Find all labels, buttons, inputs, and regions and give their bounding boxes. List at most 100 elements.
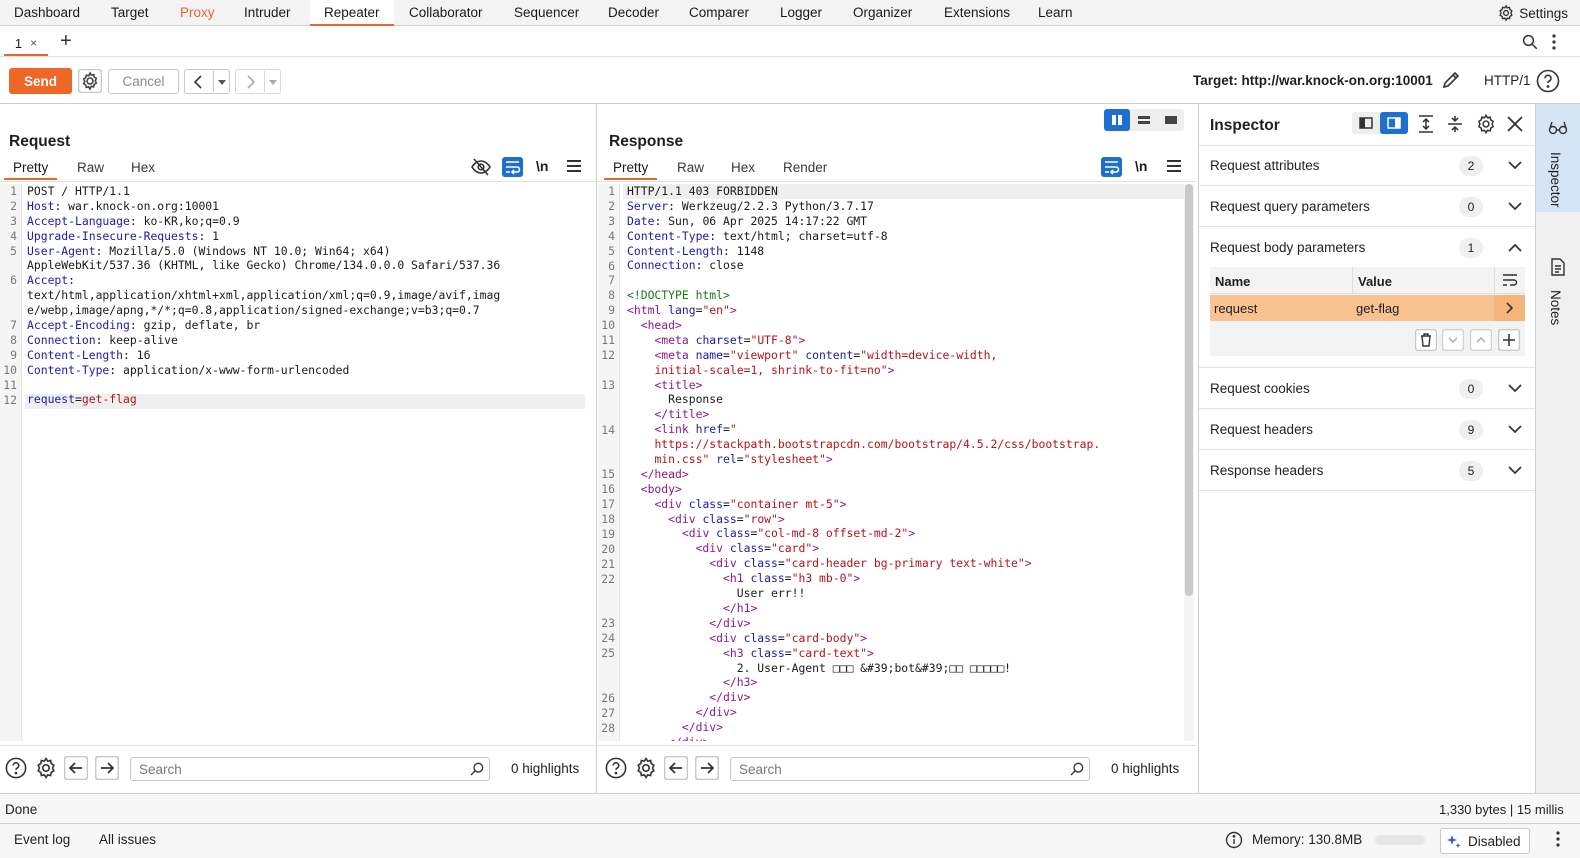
request-tab-pretty[interactable]: Pretty bbox=[4, 160, 58, 180]
newline-toggle[interactable]: \n bbox=[536, 158, 548, 174]
response-search-input[interactable]: Search bbox=[730, 757, 1090, 781]
all-issues-link[interactable]: All issues bbox=[99, 832, 156, 847]
sidebar-tab-notes[interactable]: Notes bbox=[1536, 244, 1580, 344]
event-log-link[interactable]: Event log bbox=[14, 832, 70, 847]
response-tab-hex[interactable]: Hex bbox=[731, 160, 755, 175]
hamburger-menu-icon[interactable] bbox=[567, 160, 581, 172]
count-badge: 5 bbox=[1459, 461, 1483, 481]
delete-param-trash-icon[interactable] bbox=[1415, 329, 1437, 351]
help-icon[interactable] bbox=[605, 757, 627, 779]
ai-toggle-button[interactable]: Disabled bbox=[1440, 828, 1530, 854]
wrap-lines-icon[interactable] bbox=[1502, 273, 1518, 287]
request-line: Upgrade-Insecure-Requests: 1 bbox=[27, 228, 220, 243]
response-line: </title> bbox=[654, 407, 710, 422]
response-tab-render[interactable]: Render bbox=[783, 160, 827, 175]
previous-match-arrow-left-icon[interactable] bbox=[64, 756, 88, 780]
menu-decoder[interactable]: Decoder bbox=[608, 0, 659, 26]
inspector-settings-gear-icon[interactable] bbox=[1475, 113, 1497, 135]
move-down-chevron-icon[interactable] bbox=[1442, 329, 1464, 351]
menu-comparer[interactable]: Comparer bbox=[689, 0, 749, 26]
menu-proxy[interactable]: Proxy bbox=[180, 0, 215, 26]
response-line: <html lang="en"> bbox=[627, 303, 737, 318]
response-line: </h3> bbox=[723, 675, 758, 690]
request-editor[interactable]: POST / HTTP/1.1 Host: war.knock-on.org:10… bbox=[27, 184, 582, 407]
count-badge: 2 bbox=[1459, 156, 1483, 176]
history-back-button[interactable] bbox=[184, 69, 230, 94]
section-request-cookies[interactable]: Request cookies 0 bbox=[1199, 369, 1535, 409]
section-request-query-parameters[interactable]: Request query parameters 0 bbox=[1199, 187, 1535, 227]
menu-dashboard[interactable]: Dashboard bbox=[14, 0, 80, 26]
menu-logger[interactable]: Logger bbox=[780, 0, 822, 26]
close-inspector-icon[interactable] bbox=[1506, 115, 1524, 133]
move-up-chevron-icon[interactable] bbox=[1470, 329, 1492, 351]
hamburger-menu-icon[interactable] bbox=[1167, 160, 1181, 172]
layout-stacked-icon[interactable] bbox=[1131, 109, 1157, 131]
add-tab-button[interactable]: + bbox=[60, 30, 72, 53]
response-line: <div class="card"> bbox=[695, 541, 820, 556]
sidebar-tab-inspector[interactable]: Inspector bbox=[1536, 104, 1580, 212]
param-row[interactable]: request get-flag bbox=[1210, 295, 1525, 321]
param-expand-button[interactable] bbox=[1494, 295, 1525, 321]
response-scrollbar[interactable] bbox=[1184, 184, 1194, 741]
layout-right-icon[interactable] bbox=[1380, 112, 1408, 134]
layout-tabs-icon[interactable] bbox=[1158, 109, 1184, 131]
request-tab-hex[interactable]: Hex bbox=[131, 160, 155, 175]
word-wrap-toggle-icon[interactable] bbox=[1101, 157, 1122, 177]
menu-repeater[interactable]: Repeater bbox=[310, 0, 394, 26]
help-icon[interactable] bbox=[1536, 69, 1560, 93]
response-tab-pretty[interactable]: Pretty bbox=[604, 160, 658, 180]
add-param-plus-icon[interactable] bbox=[1498, 329, 1520, 351]
layout-side-by-side-icon[interactable] bbox=[1104, 109, 1130, 131]
column-header-value: Value bbox=[1358, 274, 1392, 289]
response-editor[interactable]: HTTP/1.1 403 FORBIDDEN Server: Werkzeug/2… bbox=[627, 184, 1182, 741]
menu-sequencer[interactable]: Sequencer bbox=[514, 0, 579, 26]
scrollbar-thumb[interactable] bbox=[1185, 184, 1193, 596]
hide-nonprintable-eye-off-icon[interactable] bbox=[471, 158, 491, 176]
http-version-label[interactable]: HTTP/1 bbox=[1484, 73, 1531, 88]
request-search-input[interactable]: Search bbox=[130, 757, 490, 781]
response-line bbox=[627, 273, 1182, 288]
close-tab-icon[interactable]: × bbox=[30, 36, 37, 50]
section-response-headers[interactable]: Response headers 5 bbox=[1199, 451, 1535, 491]
expand-all-icon[interactable] bbox=[1417, 114, 1435, 134]
previous-match-arrow-left-icon[interactable] bbox=[664, 756, 688, 780]
next-match-arrow-right-icon[interactable] bbox=[95, 756, 119, 780]
search-settings-gear-icon[interactable] bbox=[634, 756, 658, 780]
search-tabs-icon[interactable] bbox=[1521, 33, 1539, 51]
chevron-up-icon[interactable] bbox=[1508, 243, 1522, 252]
cancel-button[interactable]: Cancel bbox=[108, 69, 179, 94]
menu-learn[interactable]: Learn bbox=[1038, 0, 1073, 26]
menu-extensions[interactable]: Extensions bbox=[944, 0, 1010, 26]
newline-toggle[interactable]: \n bbox=[1135, 158, 1147, 174]
section-label: Request attributes bbox=[1210, 158, 1320, 173]
search-settings-gear-icon[interactable] bbox=[34, 756, 58, 780]
response-line: </div> bbox=[695, 705, 737, 720]
next-match-arrow-right-icon[interactable] bbox=[695, 756, 719, 780]
request-line-numbers: 1 2 3 4 5 6 7 8 9 10 11 12 bbox=[0, 184, 22, 741]
section-request-attributes[interactable]: Request attributes 2 bbox=[1199, 146, 1535, 186]
menu-target[interactable]: Target bbox=[111, 0, 149, 26]
dropdown-arrow-icon[interactable] bbox=[268, 77, 278, 87]
word-wrap-toggle-icon[interactable] bbox=[502, 157, 523, 177]
settings-button[interactable]: Settings bbox=[1497, 2, 1568, 24]
response-tab-raw[interactable]: Raw bbox=[677, 160, 704, 175]
request-tab-raw[interactable]: Raw bbox=[77, 160, 104, 175]
edit-target-pencil-icon[interactable] bbox=[1441, 70, 1461, 90]
send-button[interactable]: Send bbox=[9, 68, 72, 94]
more-options-icon[interactable] bbox=[1553, 830, 1563, 848]
menu-intruder[interactable]: Intruder bbox=[244, 0, 291, 26]
more-options-icon[interactable] bbox=[1549, 33, 1559, 51]
info-icon[interactable] bbox=[1225, 831, 1243, 849]
history-forward-button[interactable] bbox=[235, 69, 281, 94]
menu-organizer[interactable]: Organizer bbox=[853, 0, 912, 26]
send-options-gear-icon[interactable] bbox=[78, 69, 102, 93]
section-label: Request query parameters bbox=[1210, 199, 1370, 214]
help-icon[interactable] bbox=[5, 757, 27, 779]
repeater-tab-1[interactable]: 1 × bbox=[4, 32, 48, 56]
repeater-toolbar: Send Cancel Target: http://war.knock-on.… bbox=[0, 58, 1580, 104]
section-request-headers[interactable]: Request headers 9 bbox=[1199, 410, 1535, 450]
layout-left-icon[interactable] bbox=[1352, 112, 1380, 134]
dropdown-arrow-icon[interactable] bbox=[217, 77, 227, 87]
collapse-all-icon[interactable] bbox=[1446, 114, 1464, 134]
menu-collaborator[interactable]: Collaborator bbox=[409, 0, 483, 26]
